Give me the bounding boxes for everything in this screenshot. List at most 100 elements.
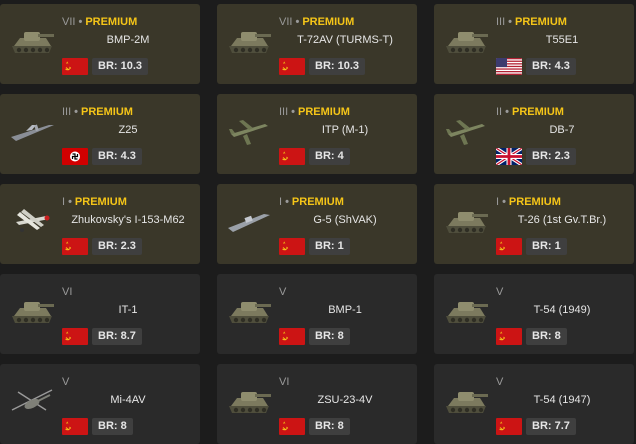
vehicle-thumbnail xyxy=(440,200,492,244)
separator-dot: • xyxy=(74,106,79,118)
vehicle-name: Z25 xyxy=(118,124,138,136)
ussr-flag xyxy=(62,328,88,345)
vehicle-card[interactable]: III • PREMIUM T55E1 BR: 4.3 xyxy=(434,4,634,84)
vehicle-card[interactable]: I • PREMIUM Zhukovsky's I-153-M62 BR: 2.3 xyxy=(0,184,200,264)
vehicle-rank: VII xyxy=(62,16,76,28)
vehicle-card[interactable]: V T-54 (1947) BR: 7.7 xyxy=(434,364,634,444)
battle-rating: BR: 8.7 xyxy=(92,328,142,345)
vehicle-card[interactable]: II • PREMIUM DB-7 BR: 2.3 xyxy=(434,94,634,174)
battle-rating: BR: 8 xyxy=(309,328,350,345)
vehicle-rank: VII xyxy=(279,16,293,28)
separator-dot: • xyxy=(505,106,509,118)
vehicle-card[interactable]: VII • PREMIUM BMP-2M BR: 10.3 xyxy=(0,4,200,84)
rank-line: I • PREMIUM xyxy=(496,196,561,208)
vehicle-card[interactable]: III • PREMIUM ITP (M-1) BR: 4 xyxy=(217,94,417,174)
premium-label: PREMIUM xyxy=(511,106,564,118)
vehicle-name: BMP-2M xyxy=(106,34,150,46)
rank-line: III • PREMIUM xyxy=(279,106,350,118)
uk-flag xyxy=(496,148,522,165)
vehicle-card[interactable]: VI ZSU-23-4V BR: 8 xyxy=(217,364,417,444)
vehicle-card[interactable]: I • PREMIUM G-5 (ShVAK) BR: 1 xyxy=(217,184,417,264)
rank-line: VI xyxy=(279,376,289,388)
tank-icon xyxy=(225,290,273,335)
premium-label: PREMIUM xyxy=(74,196,127,208)
vehicle-thumbnail xyxy=(6,110,58,154)
tank-icon xyxy=(442,20,490,65)
vehicle-thumbnail xyxy=(223,20,275,64)
vehicle-name: ITP (M-1) xyxy=(321,124,369,136)
vehicle-name: Zhukovsky's I-153-M62 xyxy=(71,214,185,226)
vehicle-card[interactable]: V Mi-4AV BR: 8 xyxy=(0,364,200,444)
vehicle-thumbnail xyxy=(223,290,275,334)
ussr-flag xyxy=(62,58,88,75)
premium-label: PREMIUM xyxy=(298,106,350,118)
tank-icon xyxy=(442,380,490,425)
battle-rating: BR: 8 xyxy=(526,328,567,345)
rank-line: I • PREMIUM xyxy=(279,196,344,208)
tank-icon xyxy=(442,290,490,335)
vehicle-name: T-54 (1947) xyxy=(533,394,591,406)
premium-label: PREMIUM xyxy=(302,16,355,28)
ussr-flag xyxy=(279,418,305,435)
ship-icon xyxy=(8,110,56,155)
battle-rating: BR: 1 xyxy=(309,238,350,255)
plane-icon xyxy=(442,110,490,155)
vehicle-card[interactable]: V T-54 (1949) BR: 8 xyxy=(434,274,634,354)
premium-label: PREMIUM xyxy=(515,16,567,28)
ussr-flag xyxy=(62,418,88,435)
vehicle-name: T-26 (1st Gv.T.Br.) xyxy=(517,214,607,226)
premium-label: PREMIUM xyxy=(508,196,561,208)
vehicle-name: Mi-4AV xyxy=(110,394,146,406)
battle-rating: BR: 8 xyxy=(92,418,133,435)
germany-flag xyxy=(62,148,88,165)
premium-label: PREMIUM xyxy=(81,106,133,118)
ussr-flag xyxy=(496,418,522,435)
vehicle-name: IT-1 xyxy=(118,304,138,316)
separator-dot: • xyxy=(502,196,506,208)
ussr-flag xyxy=(279,148,305,165)
vehicle-rank: III xyxy=(279,106,289,118)
vehicle-thumbnail xyxy=(440,110,492,154)
rank-line: VII • PREMIUM xyxy=(62,16,137,28)
vehicle-thumbnail xyxy=(223,200,275,244)
ussr-flag xyxy=(279,58,305,75)
rank-line: III • PREMIUM xyxy=(62,106,133,118)
vehicle-name: DB-7 xyxy=(549,124,575,136)
tank-icon xyxy=(225,380,273,425)
vehicle-card[interactable]: I • PREMIUM T-26 (1st Gv.T.Br.) BR: 1 xyxy=(434,184,634,264)
battle-rating: BR: 2.3 xyxy=(92,238,142,255)
separator-dot: • xyxy=(68,196,72,208)
separator-dot: • xyxy=(291,106,296,118)
vehicle-rank: III xyxy=(62,106,72,118)
battle-rating: BR: 4 xyxy=(309,148,350,165)
separator-dot: • xyxy=(295,16,300,28)
battle-rating: BR: 10.3 xyxy=(309,58,366,75)
tank-icon xyxy=(225,20,273,65)
rank-line: V xyxy=(496,286,503,298)
vehicle-rank: V xyxy=(496,376,504,388)
vehicle-rank: III xyxy=(496,16,506,28)
ussr-flag xyxy=(496,328,522,345)
rank-line: V xyxy=(279,286,286,298)
vehicle-rank: V xyxy=(62,376,70,388)
vehicle-name: ZSU-23-4V xyxy=(317,394,373,406)
vehicle-card[interactable]: III • PREMIUM Z25 BR: 4.3 xyxy=(0,94,200,174)
vehicle-rank: VI xyxy=(279,376,290,388)
vehicle-thumbnail xyxy=(6,20,58,64)
rank-line: V xyxy=(62,376,69,388)
vehicle-name: G-5 (ShVAK) xyxy=(313,214,377,226)
tank-icon xyxy=(442,200,490,245)
vehicle-card[interactable]: VI IT-1 BR: 8.7 xyxy=(0,274,200,354)
tank-icon xyxy=(8,20,56,65)
plane-icon xyxy=(225,110,273,155)
vehicle-card[interactable]: V BMP-1 BR: 8 xyxy=(217,274,417,354)
ussr-flag xyxy=(279,328,305,345)
ussr-flag xyxy=(279,238,305,255)
battle-rating: BR: 10.3 xyxy=(92,58,149,75)
battle-rating: BR: 1 xyxy=(526,238,567,255)
vehicle-rank: VI xyxy=(62,286,73,298)
vehicle-card[interactable]: VII • PREMIUM T-72AV (TURMS-T) BR: 10.3 xyxy=(217,4,417,84)
vehicle-thumbnail xyxy=(223,380,275,424)
ussr-flag xyxy=(496,238,522,255)
vehicle-thumbnail xyxy=(6,200,58,244)
